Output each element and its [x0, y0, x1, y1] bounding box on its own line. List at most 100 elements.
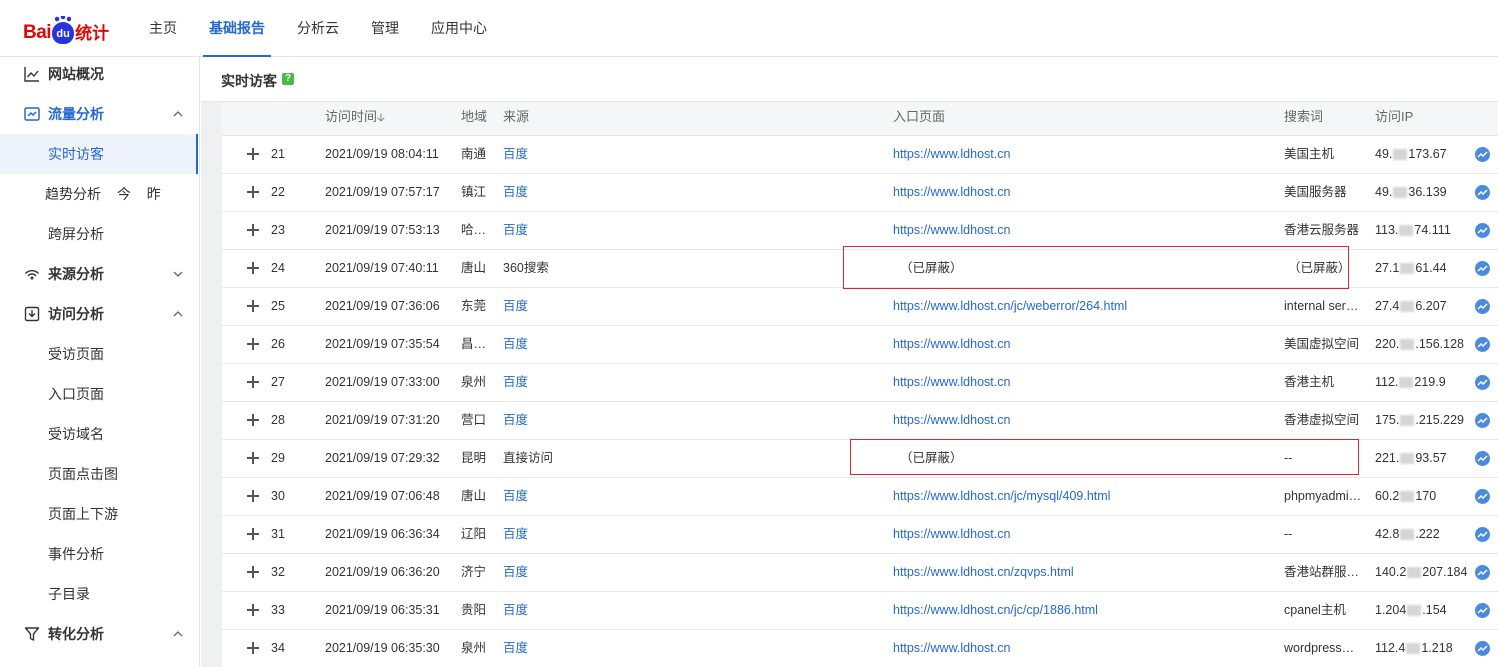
cell-index: 26	[271, 337, 285, 351]
help-icon[interactable]: ?	[282, 73, 294, 85]
cell-source[interactable]: 百度	[503, 212, 528, 250]
sidebar-item-subdirectory[interactable]: 子目录	[0, 574, 198, 614]
expand-plus-icon[interactable]	[247, 338, 259, 350]
trend-chart-icon[interactable]	[1475, 375, 1490, 390]
cell-region: 唐山	[461, 261, 487, 275]
sidebar-group-overview[interactable]: 网站概况	[0, 54, 198, 94]
chevron-up-icon	[173, 111, 183, 117]
trend-chart-icon[interactable]	[1475, 223, 1490, 238]
cell-source[interactable]: 百度	[503, 136, 528, 174]
baidu-tongji-logo[interactable]: Bai du 统计	[23, 14, 109, 44]
expand-plus-icon[interactable]	[247, 414, 259, 426]
table-row: 27 2021/09/19 07:33:00 泉州 百度 https://www.ldh…	[222, 364, 1498, 402]
expand-plus-icon[interactable]	[247, 186, 259, 198]
sidebar-group-traffic[interactable]: 流量分析	[0, 94, 198, 134]
cell-keyword: 香港云服务器	[1284, 223, 1360, 237]
cell-entry[interactable]: https://www.ldhost.cn	[893, 174, 1010, 212]
ip-redaction	[1400, 491, 1415, 503]
trend-chart-icon[interactable]	[1475, 185, 1490, 200]
expand-plus-icon[interactable]	[247, 642, 259, 654]
nav-home[interactable]: 主页	[133, 0, 193, 57]
cell-source[interactable]: 百度	[503, 592, 528, 630]
cell-source[interactable]: 百度	[503, 364, 528, 402]
expand-plus-icon[interactable]	[247, 300, 259, 312]
cell-source[interactable]: 百度	[503, 516, 528, 554]
signal-icon	[24, 270, 40, 280]
col-header-time[interactable]: 访问时间🡣	[325, 102, 385, 136]
nav-basic-report[interactable]: 基础报告	[193, 0, 281, 57]
expand-plus-icon[interactable]	[247, 224, 259, 236]
sidebar-item-trend[interactable]: 趋势分析 今 昨	[0, 174, 198, 214]
expand-plus-icon[interactable]	[247, 490, 259, 502]
cell-ip: 49. 173.67	[1375, 136, 1447, 174]
cell-source[interactable]: 百度	[503, 326, 528, 364]
nav-analytics-cloud[interactable]: 分析云	[281, 0, 355, 57]
cell-ip: 113. 74.111	[1375, 212, 1451, 250]
trend-chart-icon[interactable]	[1475, 565, 1490, 580]
table-row: 33 2021/09/19 06:35:31 贵阳 百度 https://www.ldh…	[222, 592, 1498, 630]
cell-ip: 112.4 1.218	[1375, 630, 1453, 667]
sidebar-item-entry-pages[interactable]: 入口页面	[0, 374, 198, 414]
trend-chart-icon[interactable]	[1475, 299, 1490, 314]
trend-yesterday-link[interactable]: 昨	[147, 186, 161, 202]
sidebar-item-events[interactable]: 事件分析	[0, 534, 198, 574]
cell-source[interactable]: 百度	[503, 478, 528, 516]
cell-entry[interactable]: https://www.ldhost.cn	[893, 402, 1010, 440]
sidebar-group-conversion[interactable]: 转化分析	[0, 614, 198, 654]
ip-prefix: 60.2	[1375, 489, 1400, 503]
cell-entry[interactable]: https://www.ldhost.cn	[893, 630, 1010, 667]
col-header-region: 地域	[461, 109, 488, 124]
line-chart-icon	[24, 67, 39, 82]
trend-chart-icon[interactable]	[1475, 147, 1490, 162]
cell-source[interactable]: 百度	[503, 174, 528, 212]
nav-app-center[interactable]: 应用中心	[415, 0, 503, 57]
trend-chart-icon[interactable]	[1475, 451, 1490, 466]
trend-today-link[interactable]: 今	[117, 186, 131, 202]
sidebar-item-click-map[interactable]: 页面点击图	[0, 454, 198, 494]
sidebar-item-visited-domains[interactable]: 受访域名	[0, 414, 198, 454]
trend-chart-icon[interactable]	[1475, 527, 1490, 542]
cell-entry[interactable]: https://www.ldhost.cn/jc/weberror/264.ht…	[893, 288, 1127, 326]
trend-chart-icon[interactable]	[1475, 489, 1490, 504]
cell-entry[interactable]: https://www.ldhost.cn	[893, 364, 1010, 402]
cell-entry[interactable]: https://www.ldhost.cn	[893, 326, 1010, 364]
expand-plus-icon[interactable]	[247, 566, 259, 578]
trend-chart-icon[interactable]	[1475, 337, 1490, 352]
cell-entry[interactable]: https://www.ldhost.cn	[893, 212, 1010, 250]
sidebar-group-source[interactable]: 来源分析	[0, 254, 198, 294]
expand-plus-icon[interactable]	[247, 604, 259, 616]
trend-chart-icon[interactable]	[1475, 641, 1490, 656]
cell-entry[interactable]: https://www.ldhost.cn/jc/cp/1886.html	[893, 592, 1098, 630]
trend-chart-icon[interactable]	[1475, 603, 1490, 618]
cell-source[interactable]: 百度	[503, 402, 528, 440]
cell-entry[interactable]: https://www.ldhost.cn	[893, 516, 1010, 554]
cell-region: 哈…	[461, 223, 487, 237]
trend-chart-icon[interactable]	[1475, 261, 1490, 276]
cell-entry[interactable]: https://www.ldhost.cn	[893, 136, 1010, 174]
nav-management[interactable]: 管理	[355, 0, 415, 57]
cell-source[interactable]: 百度	[503, 630, 528, 667]
sidebar-item-crossscreen[interactable]: 跨屏分析	[0, 214, 198, 254]
cell-time: 2021/09/19 07:35:54	[325, 337, 440, 351]
expand-plus-icon[interactable]	[247, 262, 259, 274]
col-header-keyword: 搜索词	[1284, 109, 1324, 124]
cell-time: 2021/09/19 08:04:11	[325, 147, 439, 161]
sidebar-item-page-flow[interactable]: 页面上下游	[0, 494, 198, 534]
cell-source[interactable]: 百度	[503, 288, 528, 326]
expand-plus-icon[interactable]	[247, 452, 259, 464]
ip-prefix: 27.4	[1375, 299, 1400, 313]
cell-source[interactable]: 百度	[503, 554, 528, 592]
expand-plus-icon[interactable]	[247, 528, 259, 540]
sidebar-item-visited-pages[interactable]: 受访页面	[0, 334, 198, 374]
sidebar-group-visit[interactable]: 访问分析	[0, 294, 198, 334]
expand-plus-icon[interactable]	[247, 376, 259, 388]
ip-prefix: 220.	[1375, 337, 1400, 351]
cell-region: 东莞	[461, 299, 487, 313]
page-title: 实时访客	[221, 73, 277, 89]
cell-entry[interactable]: https://www.ldhost.cn/zqvps.html	[893, 554, 1074, 592]
sidebar-item-realtime[interactable]: 实时访客	[0, 134, 198, 174]
highlight-box	[850, 439, 1359, 475]
cell-entry[interactable]: https://www.ldhost.cn/jc/mysql/409.html	[893, 478, 1110, 516]
expand-plus-icon[interactable]	[247, 148, 259, 160]
trend-chart-icon[interactable]	[1475, 413, 1490, 428]
